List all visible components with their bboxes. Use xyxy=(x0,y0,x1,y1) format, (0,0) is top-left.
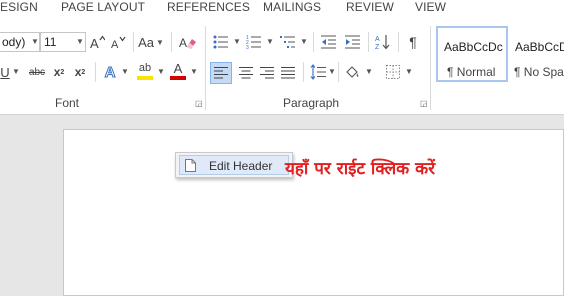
font-color-swatch xyxy=(170,76,186,80)
tab-mailings[interactable]: MAILINGS xyxy=(263,0,321,14)
tab-design[interactable]: ESIGN xyxy=(0,0,38,14)
subscript-button[interactable]: x2 xyxy=(51,62,67,82)
bullets-dropdown-icon[interactable]: ▼ xyxy=(233,37,241,46)
shrink-font-icon[interactable]: A xyxy=(110,32,126,52)
font-color-button[interactable]: A xyxy=(169,60,187,82)
clear-formatting-icon[interactable]: A xyxy=(178,32,198,52)
highlight-label: ab xyxy=(138,62,152,74)
divider xyxy=(368,32,369,52)
increase-indent-icon[interactable] xyxy=(344,32,362,52)
multilevel-list-icon[interactable] xyxy=(279,32,297,52)
grow-font-icon[interactable]: A xyxy=(89,32,105,52)
svg-text:A: A xyxy=(111,39,119,50)
shading-dropdown-icon[interactable]: ▼ xyxy=(365,67,373,76)
divider xyxy=(133,32,134,52)
paragraph-group-label: Paragraph xyxy=(283,96,340,110)
paragraph-dialog-launcher-icon[interactable]: ◲ xyxy=(420,100,428,108)
page-icon xyxy=(185,159,196,175)
edit-header-label: Edit Header xyxy=(209,159,273,173)
style-no-spacing-preview: AaBbCcDc xyxy=(515,40,564,54)
bullets-icon[interactable] xyxy=(212,32,230,52)
svg-text:3: 3 xyxy=(246,45,249,50)
borders-dropdown-icon[interactable]: ▼ xyxy=(405,67,413,76)
divider xyxy=(398,32,399,52)
superscript-button[interactable]: x2 xyxy=(72,62,88,82)
style-normal-name: ¶ Normal xyxy=(447,65,496,79)
subscript-base: x xyxy=(53,65,61,79)
context-menu-item-edit-header[interactable]: Edit Header xyxy=(179,155,289,175)
svg-text:A: A xyxy=(179,36,187,50)
tab-view[interactable]: VIEW xyxy=(415,0,446,14)
superscript-base: x xyxy=(74,65,82,79)
style-normal-preview: AaBbCcDc xyxy=(444,40,503,54)
ribbon: ody) ▼ 11 ▼ A A Aa ▼ A U ▼ abc x2 x2 A ▼… xyxy=(0,20,564,115)
sort-icon[interactable]: AZ xyxy=(374,32,392,52)
align-left-icon[interactable] xyxy=(210,62,232,84)
font-name-dropdown-icon[interactable]: ▼ xyxy=(31,37,39,46)
text-effects-icon[interactable]: A xyxy=(102,62,118,82)
tab-page-layout[interactable]: PAGE LAYOUT xyxy=(61,0,145,14)
line-spacing-dropdown-icon[interactable]: ▼ xyxy=(328,67,336,76)
font-color-label: A xyxy=(173,61,183,76)
divider xyxy=(313,32,314,52)
subscript-mark: 2 xyxy=(60,68,65,76)
divider xyxy=(338,62,339,82)
justify-icon[interactable] xyxy=(277,62,299,84)
highlight-color-button[interactable]: ab xyxy=(134,60,156,82)
text-effects-label: A xyxy=(104,63,116,81)
group-divider xyxy=(430,26,431,110)
style-no-spacing-name: ¶ No Spac xyxy=(514,65,564,79)
numbering-icon[interactable]: 123 xyxy=(245,32,263,52)
divider xyxy=(303,62,304,82)
borders-icon[interactable] xyxy=(384,62,402,82)
divider xyxy=(171,32,172,52)
group-divider xyxy=(205,26,206,110)
tab-review[interactable]: REVIEW xyxy=(346,0,394,14)
svg-text:Z: Z xyxy=(375,44,380,50)
svg-text:A: A xyxy=(375,36,380,43)
highlight-swatch xyxy=(137,76,153,80)
instruction-annotation: यहाँ पर राईट क्लिक करें xyxy=(285,159,436,179)
document-page[interactable] xyxy=(63,129,564,296)
style-no-spacing[interactable]: AaBbCcDc ¶ No Spac xyxy=(510,26,564,82)
shading-icon[interactable] xyxy=(344,62,362,82)
svg-text:A: A xyxy=(90,36,99,50)
align-right-icon[interactable] xyxy=(256,62,278,84)
text-effects-dropdown-icon[interactable]: ▼ xyxy=(121,67,129,76)
superscript-mark: 2 xyxy=(81,68,86,76)
line-spacing-icon[interactable] xyxy=(309,62,327,82)
chevron-down-icon: ▼ xyxy=(155,37,164,47)
change-case-label: Aa xyxy=(138,34,154,50)
ribbon-tabs: ESIGN PAGE LAYOUT REFERENCES MAILINGS RE… xyxy=(0,0,564,20)
underline-button[interactable]: U xyxy=(0,62,12,82)
change-case-button[interactable]: Aa ▼ xyxy=(138,32,164,52)
tab-references[interactable]: REFERENCES xyxy=(167,0,250,14)
divider xyxy=(95,62,96,82)
context-menu: Edit Header xyxy=(175,152,293,178)
underline-dropdown-icon[interactable]: ▼ xyxy=(12,67,20,76)
font-size-dropdown-icon[interactable]: ▼ xyxy=(76,37,84,46)
show-hide-marks-icon[interactable]: ¶ xyxy=(404,32,422,52)
font-group-label: Font xyxy=(55,96,80,110)
align-center-icon[interactable] xyxy=(235,62,257,84)
style-normal[interactable]: AaBbCcDc ¶ Normal xyxy=(436,26,508,82)
multilevel-dropdown-icon[interactable]: ▼ xyxy=(300,37,308,46)
decrease-indent-icon[interactable] xyxy=(320,32,338,52)
font-dialog-launcher-icon[interactable]: ◲ xyxy=(195,100,203,108)
highlight-dropdown-icon[interactable]: ▼ xyxy=(157,67,165,76)
font-color-dropdown-icon[interactable]: ▼ xyxy=(190,67,198,76)
numbering-dropdown-icon[interactable]: ▼ xyxy=(266,37,274,46)
strikethrough-button[interactable]: abc xyxy=(26,62,48,82)
